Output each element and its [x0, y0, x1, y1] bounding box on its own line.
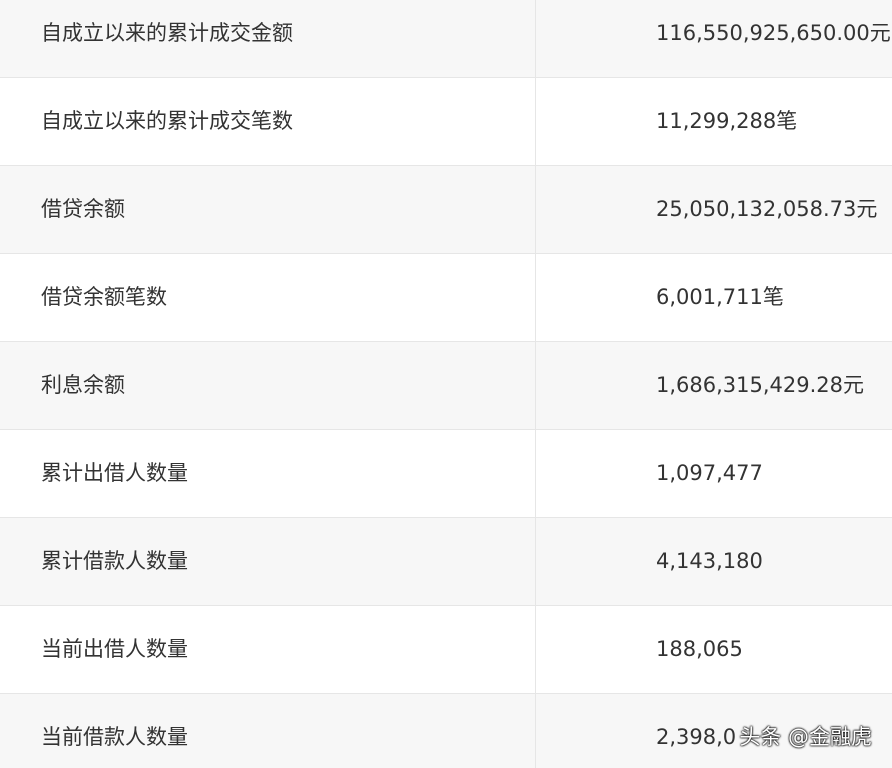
table-row: 累计借款人数量 4,143,180: [0, 518, 892, 606]
row-value: 1,097,477: [656, 461, 763, 485]
table-row: 自成立以来的累计成交金额 116,550,925,650.00元: [0, 0, 892, 78]
row-label: 自成立以来的累计成交笔数: [0, 78, 536, 165]
row-label: 累计借款人数量: [0, 518, 536, 605]
row-value: 116,550,925,650.00元: [656, 21, 891, 45]
table-row: 利息余额 1,686,315,429.28元: [0, 342, 892, 430]
row-value: 4,143,180: [656, 549, 763, 573]
row-label: 当前借款人数量: [0, 694, 536, 768]
table-row: 自成立以来的累计成交笔数 11,299,288笔: [0, 78, 892, 166]
row-value: 188,065: [656, 637, 743, 661]
table-row: 累计出借人数量 1,097,477: [0, 430, 892, 518]
row-value: 1,686,315,429.28元: [656, 373, 865, 397]
row-value: 6,001,711笔: [656, 285, 784, 309]
row-label: 累计出借人数量: [0, 430, 536, 517]
row-value: 11,299,288笔: [656, 109, 798, 133]
row-value: 25,050,132,058.73元: [656, 197, 878, 221]
row-label: 借贷余额笔数: [0, 254, 536, 341]
table-row: 当前出借人数量 188,065: [0, 606, 892, 694]
stats-table: 自成立以来的累计成交金额 116,550,925,650.00元 自成立以来的累…: [0, 0, 892, 768]
row-label: 自成立以来的累计成交金额: [0, 0, 536, 77]
table-row: 借贷余额笔数 6,001,711笔: [0, 254, 892, 342]
row-label: 借贷余额: [0, 166, 536, 253]
table-row: 借贷余额 25,050,132,058.73元: [0, 166, 892, 254]
row-label: 利息余额: [0, 342, 536, 429]
row-label: 当前出借人数量: [0, 606, 536, 693]
watermark-text: 头条 @金融虎: [739, 725, 872, 749]
